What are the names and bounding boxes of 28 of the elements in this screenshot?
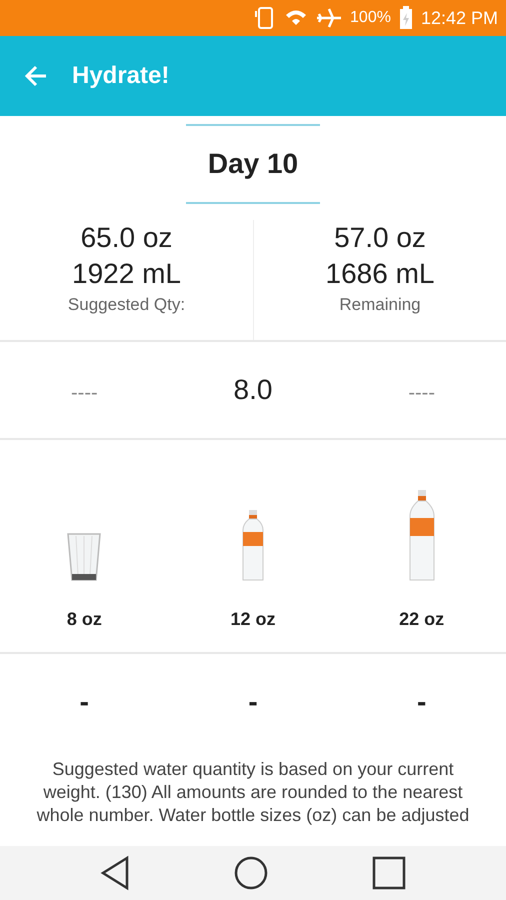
recents-icon[interactable] — [372, 856, 406, 890]
milliliters-value: 1686 mL — [326, 257, 434, 291]
bottle-icon — [241, 510, 265, 582]
battery-charging-icon — [398, 6, 413, 30]
ounces-value: 65.0 oz — [80, 221, 172, 255]
info-paragraph: Suggested water quantity is based on your current weight. (130) All amounts are rounded to the nearest whole number. Water bottle sizes (oz) can be adjusted — [36, 758, 470, 827]
counter-value: 8.0 — [234, 374, 272, 405]
placeholder-dashes: ---- — [71, 382, 98, 404]
size-label: 22 oz — [399, 608, 444, 631]
placeholder-dashes: ---- — [408, 382, 435, 404]
milliliters-value: 1922 mL — [72, 257, 181, 291]
count-value: - — [248, 686, 258, 717]
app-title: Hydrate! — [72, 61, 170, 91]
stat-label: Remaining — [339, 294, 421, 316]
clock: 12:42 PM — [420, 6, 498, 30]
home-icon[interactable] — [232, 855, 269, 891]
back-icon[interactable] — [100, 855, 130, 891]
count-value: - — [80, 686, 89, 717]
count-value: - — [417, 686, 426, 717]
bottle-icon — [408, 490, 436, 582]
day-tab[interactable]: Day 10 — [186, 124, 320, 204]
stat-label: Suggested Qty: — [68, 294, 186, 316]
airplane-icon — [316, 6, 342, 30]
battery-percent: 100% — [350, 8, 391, 28]
size-label: 8 oz — [66, 608, 102, 631]
ounces-value: 57.0 oz — [334, 221, 426, 255]
size-label: 12 oz — [230, 608, 276, 631]
glass-icon — [66, 532, 102, 582]
